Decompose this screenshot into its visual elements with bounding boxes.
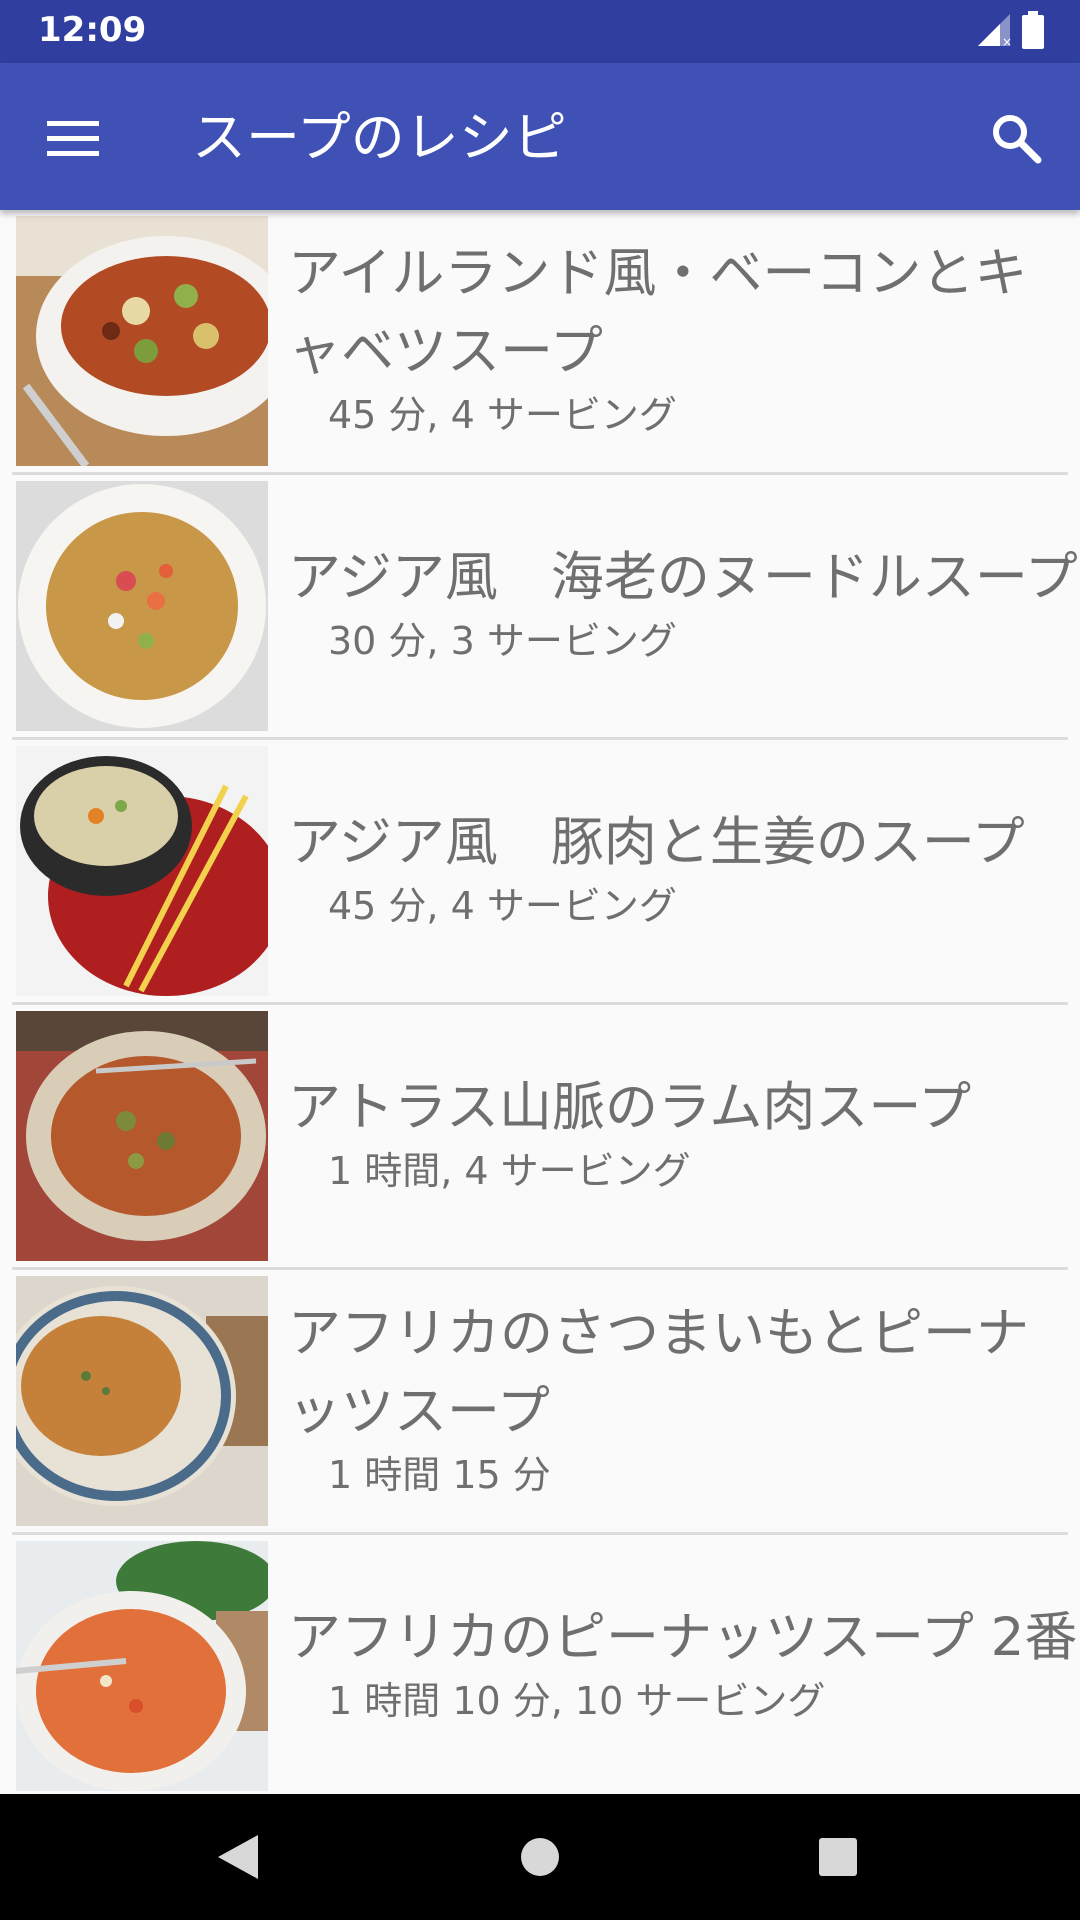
svg-text:×: × <box>1002 35 1012 48</box>
home-icon[interactable] <box>505 1824 575 1890</box>
recipe-row[interactable]: アイルランド風・ベーコンとキャベツスープ 45 分, 4 サービング <box>12 210 1068 475</box>
recipe-meta: 45 分, 4 サービング <box>328 884 677 928</box>
recipe-title: アフリカのピーナッツスープ 2番 <box>288 1607 1078 1668</box>
recipe-row[interactable]: アトラス山脈のラム肉スープ 1 時間, 4 サービング <box>12 1005 1068 1270</box>
recipe-title: アフリカのさつまいもとピーナッツスープ <box>288 1303 1029 1442</box>
status-bar: 12:09 × <box>0 0 1080 63</box>
recipe-title: アジア風 豚肉と生姜のスープ <box>288 812 1025 873</box>
back-icon[interactable] <box>203 1824 273 1890</box>
recipe-thumbnail <box>16 1541 268 1791</box>
navigation-bar <box>0 1794 1080 1920</box>
recipe-list[interactable]: アイルランド風・ベーコンとキャベツスープ 45 分, 4 サービング アジア風 … <box>0 210 1080 1794</box>
app-title: スープのレシピ <box>192 106 567 169</box>
menu-icon[interactable] <box>38 109 108 169</box>
recipe-meta: 1 時間 10 分, 10 サービング <box>328 1679 826 1723</box>
recipe-title: アイルランド風・ベーコンとキャベツスープ <box>288 243 1028 382</box>
recipe-thumbnail <box>16 1011 268 1261</box>
recents-icon[interactable] <box>803 1824 873 1890</box>
status-icons: × <box>976 11 1044 53</box>
app-bar: スープのレシピ <box>0 63 1080 210</box>
recipe-title: アジア風 海老のヌードルスープ <box>288 547 1078 608</box>
recipe-thumbnail <box>16 1276 268 1526</box>
battery-icon <box>1022 11 1044 53</box>
recipe-row[interactable]: アジア風 豚肉と生姜のスープ 45 分, 4 サービング <box>12 740 1068 1005</box>
recipe-thumbnail <box>16 481 268 731</box>
recipe-meta: 45 分, 4 サービング <box>328 393 677 437</box>
recipe-row[interactable]: アフリカのさつまいもとピーナッツスープ 1 時間 15 分 <box>12 1270 1068 1535</box>
recipe-thumbnail <box>16 216 268 466</box>
recipe-row[interactable]: アフリカのピーナッツスープ 2番 1 時間 10 分, 10 サービング <box>12 1535 1077 1794</box>
recipe-row[interactable]: アジア風 海老のヌードルスープ 30 分, 3 サービング <box>12 475 1078 740</box>
status-time: 12:09 <box>38 10 147 50</box>
recipe-meta: 1 時間 15 分 <box>328 1453 551 1497</box>
recipe-title: アトラス山脈のラム肉スープ <box>288 1077 972 1138</box>
recipe-meta: 1 時間, 4 サービング <box>328 1149 691 1193</box>
signal-icon: × <box>976 12 1012 52</box>
search-icon[interactable] <box>976 105 1056 171</box>
recipe-thumbnail <box>16 746 268 996</box>
recipe-meta: 30 分, 3 サービング <box>328 619 677 663</box>
